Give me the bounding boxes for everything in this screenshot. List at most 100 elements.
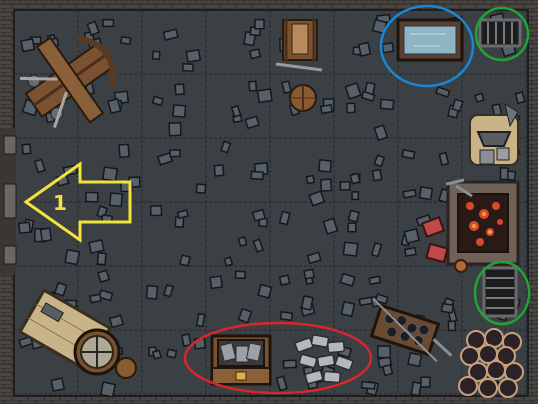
floor-stone bbox=[149, 205, 163, 217]
floor-stone bbox=[96, 252, 107, 266]
floor-stone bbox=[345, 102, 356, 114]
trough-icon bbox=[396, 18, 464, 62]
floor-stone bbox=[168, 121, 182, 137]
floor-stone bbox=[21, 143, 32, 155]
floor-stone bbox=[319, 178, 333, 192]
floor-grate-top[interactable] bbox=[478, 18, 522, 48]
floor-stone bbox=[251, 208, 266, 222]
floor-stone bbox=[474, 92, 485, 103]
floor-stone bbox=[172, 104, 187, 118]
floor-stone bbox=[89, 293, 102, 304]
coal-sack bbox=[486, 360, 506, 380]
floor-stone bbox=[185, 49, 202, 63]
floor-stone bbox=[402, 188, 417, 199]
floor-stone bbox=[254, 18, 265, 30]
floor-stone bbox=[195, 183, 207, 194]
floor-stone bbox=[234, 270, 246, 280]
floor-stone bbox=[249, 48, 262, 60]
floor-stone bbox=[342, 241, 359, 257]
floor-stone bbox=[96, 269, 111, 284]
floor-stone bbox=[371, 168, 383, 182]
floor-stone bbox=[351, 191, 360, 201]
floor-stone bbox=[223, 256, 234, 267]
floor-stone bbox=[420, 376, 431, 388]
grate-icon bbox=[482, 266, 518, 318]
west-door[interactable] bbox=[0, 128, 17, 274]
ingot bbox=[327, 340, 345, 354]
floor-stone bbox=[514, 91, 526, 105]
floor-stone bbox=[101, 166, 119, 182]
floor-stone bbox=[145, 284, 159, 300]
floor-stone bbox=[256, 88, 273, 104]
floor-stone bbox=[349, 172, 361, 185]
floor-stone bbox=[165, 348, 178, 359]
floor-stone bbox=[248, 80, 258, 92]
coal-sack bbox=[498, 378, 518, 398]
treasure-chest[interactable] bbox=[210, 334, 272, 386]
floor-stone bbox=[50, 377, 66, 392]
floor-stone bbox=[278, 274, 291, 286]
floor-stone bbox=[403, 246, 417, 258]
floor-stone bbox=[381, 363, 394, 377]
floor-grate-right[interactable] bbox=[482, 266, 518, 318]
ingot bbox=[316, 354, 336, 368]
floor-stone bbox=[317, 158, 333, 173]
floor-stone bbox=[20, 38, 36, 53]
map-canvas: 1 bbox=[0, 0, 538, 404]
barrel-icon bbox=[289, 84, 317, 112]
floor-stone bbox=[178, 254, 191, 267]
ingot bbox=[323, 370, 341, 384]
dungeon-map: 1 bbox=[0, 0, 538, 404]
floor-stone bbox=[319, 103, 334, 115]
chest-icon bbox=[210, 334, 272, 386]
floor-stone bbox=[403, 227, 421, 245]
coal-pile[interactable] bbox=[458, 328, 524, 398]
floor-stone bbox=[181, 333, 192, 347]
floor-stone bbox=[151, 349, 162, 360]
coal-icon bbox=[458, 328, 524, 398]
floor-stone bbox=[169, 149, 181, 158]
entrance-number: 1 bbox=[53, 191, 67, 215]
floor-stone bbox=[181, 62, 195, 73]
floor-stone bbox=[357, 41, 372, 57]
ingot bbox=[310, 334, 330, 348]
floor-stone bbox=[401, 148, 416, 160]
floor-stone bbox=[88, 238, 105, 255]
floor-stone bbox=[499, 167, 509, 181]
floor-stone bbox=[250, 170, 264, 181]
floor-stone bbox=[377, 345, 391, 359]
floor-stone bbox=[99, 381, 117, 398]
floor-stone bbox=[279, 311, 294, 322]
floor-stone bbox=[447, 320, 457, 332]
water-trough[interactable] bbox=[396, 18, 464, 62]
floor-stone bbox=[368, 275, 382, 286]
floor-stone bbox=[209, 275, 223, 290]
floor-stone bbox=[305, 174, 316, 185]
floor-stone bbox=[339, 181, 351, 191]
floor-stone bbox=[379, 98, 395, 111]
floor-stone bbox=[195, 312, 206, 328]
floor-stone bbox=[300, 295, 314, 311]
floor-stone bbox=[174, 83, 185, 96]
floor-stone bbox=[151, 50, 161, 61]
floor-stone bbox=[407, 351, 423, 368]
floor-stone bbox=[303, 268, 316, 280]
floor-stone bbox=[39, 227, 53, 243]
floor-stone bbox=[84, 191, 99, 203]
floor-stone bbox=[440, 302, 454, 314]
floor-stone bbox=[340, 300, 356, 318]
floor-stone bbox=[108, 192, 124, 208]
wooden-barrel[interactable] bbox=[289, 84, 317, 112]
floor-stone bbox=[108, 314, 124, 329]
floor-stone bbox=[360, 380, 376, 390]
floor-stone bbox=[64, 248, 81, 266]
floor-stone bbox=[237, 236, 248, 247]
grate-icon bbox=[478, 18, 522, 48]
floor-stone bbox=[118, 143, 130, 159]
floor-stone bbox=[347, 209, 361, 223]
floor-stone bbox=[102, 18, 115, 28]
floor-stone bbox=[213, 164, 225, 177]
coal-sack bbox=[478, 378, 498, 398]
floor-stone bbox=[381, 42, 395, 54]
floor-stone bbox=[282, 359, 298, 369]
